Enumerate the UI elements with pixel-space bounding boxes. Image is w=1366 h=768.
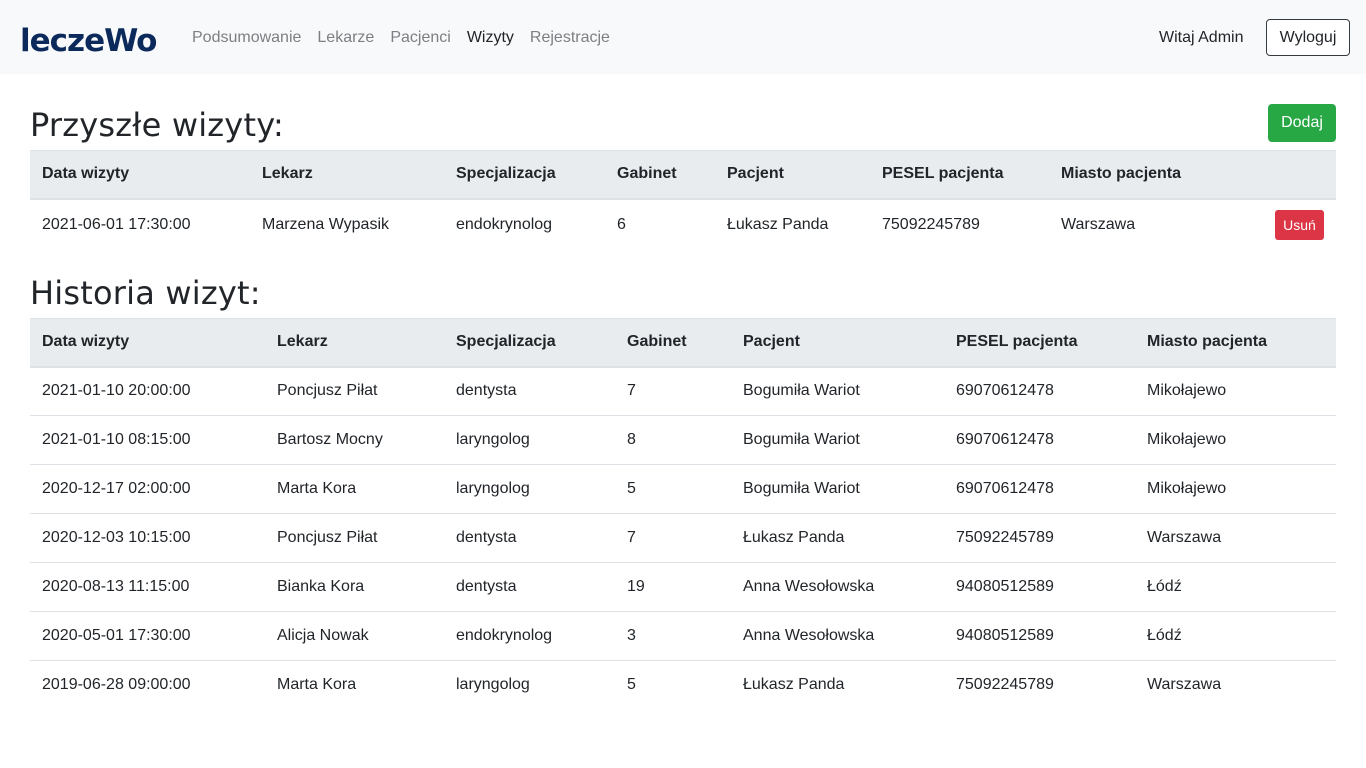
cell-doctor: Poncjusz Piłat: [277, 382, 378, 400]
column-header[interactable]: Lekarz: [265, 318, 444, 368]
cell-doctor: Marta Kora: [265, 660, 444, 710]
cell-specialization: endokrynolog: [444, 611, 615, 661]
cell-room: 7: [627, 382, 636, 400]
cell-city: Warszawa: [1061, 215, 1136, 233]
cell-pesel: 75092245789: [882, 215, 980, 233]
cell-pesel: 75092245789: [944, 660, 1135, 710]
cell-patient: Łukasz Panda: [731, 660, 944, 710]
table-header-row: Data wizyty Lekarz Specjalizacja Gabinet…: [30, 150, 1336, 200]
cell-specialization: endokrynolog: [456, 215, 553, 233]
cell-room: 5: [615, 660, 731, 710]
cell-city: Warszawa: [1135, 660, 1336, 710]
cell-patient: Bogumiła Wariot: [743, 382, 860, 400]
cell-pesel: 94080512589: [944, 562, 1135, 612]
column-header[interactable]: Data wizyty: [30, 318, 265, 368]
column-header[interactable]: Pacjent: [731, 318, 944, 368]
column-header-actions: [1249, 150, 1336, 200]
brand-name: leczeWo: [20, 23, 157, 59]
cell-patient: Bogumiła Wariot: [731, 415, 944, 465]
column-header[interactable]: Gabinet: [605, 150, 715, 200]
greeting-text: Witaj Admin: [1159, 29, 1244, 46]
cell-city: Mikołajewo: [1135, 464, 1336, 514]
future-visits-table: Data wizyty Lekarz Specjalizacja Gabinet…: [30, 150, 1336, 250]
cell-doctor: Marta Kora: [265, 464, 444, 514]
cell-city: Łódź: [1135, 562, 1336, 612]
cell-specialization: laryngolog: [444, 660, 615, 710]
table-row: 2020-08-13 11:15:00 Bianka Kora dentysta…: [30, 562, 1336, 612]
cell-doctor: Alicja Nowak: [265, 611, 444, 661]
table-row: 2021-01-10 20:00:00 Poncjusz Piłat denty…: [30, 367, 1336, 416]
cell-specialization: dentysta: [456, 382, 517, 400]
table-row: 2021-01-10 08:15:00 Bartosz Mocny laryng…: [30, 415, 1336, 465]
cell-pesel: 69070612478: [944, 415, 1135, 465]
cell-patient: Łukasz Panda: [727, 215, 829, 233]
cell-doctor: Bartosz Mocny: [265, 415, 444, 465]
column-header[interactable]: Pacjent: [715, 150, 870, 200]
cell-patient: Łukasz Panda: [731, 513, 944, 563]
column-header[interactable]: PESEL pacjenta: [944, 318, 1135, 368]
table-row: 2020-12-17 02:00:00 Marta Kora laryngolo…: [30, 464, 1336, 514]
brand-logo[interactable]: leczeWo: [20, 12, 157, 60]
cell-patient: Anna Wesołowska: [731, 611, 944, 661]
table-row: 2020-05-01 17:30:00 Alicja Nowak endokry…: [30, 611, 1336, 661]
cell-room: 8: [615, 415, 731, 465]
cell-city: Mikołajewo: [1147, 382, 1227, 400]
table-row: 2019-06-28 09:00:00 Marta Kora laryngolo…: [30, 660, 1336, 710]
cell-pesel: 94080512589: [944, 611, 1135, 661]
cell-patient: Anna Wesołowska: [731, 562, 944, 612]
cell-specialization: laryngolog: [444, 415, 615, 465]
nav-link-pacjenci[interactable]: Pacjenci: [390, 28, 450, 48]
cell-actions: Usuń: [1249, 199, 1336, 250]
cell-date: 2021-01-10 20:00:00: [42, 382, 191, 400]
cell-pesel: 75092245789: [944, 513, 1135, 563]
cell-pesel: 69070612478: [956, 382, 1054, 400]
table-row: 2020-12-03 10:15:00 Poncjusz Piłat denty…: [30, 513, 1336, 563]
cell-specialization: dentysta: [444, 562, 615, 612]
cell-pesel: 69070612478: [944, 464, 1135, 514]
cell-city: Mikołajewo: [1135, 415, 1336, 465]
cell-date: 2020-12-17 02:00:00: [30, 464, 265, 514]
cell-doctor: Bianka Kora: [265, 562, 444, 612]
cell-date: 2020-05-01 17:30:00: [30, 611, 265, 661]
column-header[interactable]: Lekarz: [250, 150, 444, 200]
cell-date: 2021-06-01 17:30:00: [42, 215, 191, 233]
cell-room: 19: [615, 562, 731, 612]
nav-link-wizyty[interactable]: Wizyty: [467, 28, 514, 48]
table-header-row: Data wizyty Lekarz Specjalizacja Gabinet…: [30, 318, 1336, 368]
cell-room: 7: [615, 513, 731, 563]
column-header[interactable]: Specjalizacja: [444, 318, 615, 368]
cell-patient: Bogumiła Wariot: [731, 464, 944, 514]
column-header[interactable]: Gabinet: [615, 318, 731, 368]
cell-room: 6: [617, 215, 626, 233]
column-header[interactable]: Miasto pacjenta: [1049, 150, 1249, 200]
cell-date: 2019-06-28 09:00:00: [30, 660, 265, 710]
delete-visit-button[interactable]: Usuń: [1275, 209, 1324, 240]
nav-link-podsumowanie[interactable]: Podsumowanie: [192, 28, 301, 48]
column-header[interactable]: Specjalizacja: [444, 150, 605, 200]
cell-doctor: Marzena Wypasik: [262, 215, 390, 233]
column-header[interactable]: Data wizyty: [30, 150, 250, 200]
history-visits-title: Historia wizyt:: [30, 274, 261, 312]
history-visits-table: Data wizyty Lekarz Specjalizacja Gabinet…: [30, 318, 1336, 710]
nav-link-lekarze[interactable]: Lekarze: [317, 28, 374, 48]
cell-specialization: laryngolog: [444, 464, 615, 514]
cell-date: 2020-08-13 11:15:00: [30, 562, 265, 612]
main-nav: Podsumowanie Lekarze Pacjenci Wizyty Rej…: [192, 28, 626, 48]
cell-city: Łódź: [1135, 611, 1336, 661]
column-header[interactable]: PESEL pacjenta: [870, 150, 1049, 200]
table-row: 2021-06-01 17:30:00 Marzena Wypasik endo…: [30, 199, 1336, 250]
cell-date: 2021-01-10 08:15:00: [30, 415, 265, 465]
logout-button[interactable]: Wyloguj: [1266, 19, 1350, 56]
cell-room: 3: [615, 611, 731, 661]
cell-city: Warszawa: [1135, 513, 1336, 563]
future-visits-title: Przyszłe wizyty:: [30, 106, 284, 144]
cell-specialization: dentysta: [444, 513, 615, 563]
cell-date: 2020-12-03 10:15:00: [30, 513, 265, 563]
top-navbar: leczeWo Podsumowanie Lekarze Pacjenci Wi…: [0, 0, 1366, 74]
cell-doctor: Poncjusz Piłat: [265, 513, 444, 563]
column-header[interactable]: Miasto pacjenta: [1135, 318, 1336, 368]
add-visit-button[interactable]: Dodaj: [1268, 104, 1336, 142]
nav-link-rejestracje[interactable]: Rejestracje: [530, 28, 610, 48]
cell-room: 5: [615, 464, 731, 514]
